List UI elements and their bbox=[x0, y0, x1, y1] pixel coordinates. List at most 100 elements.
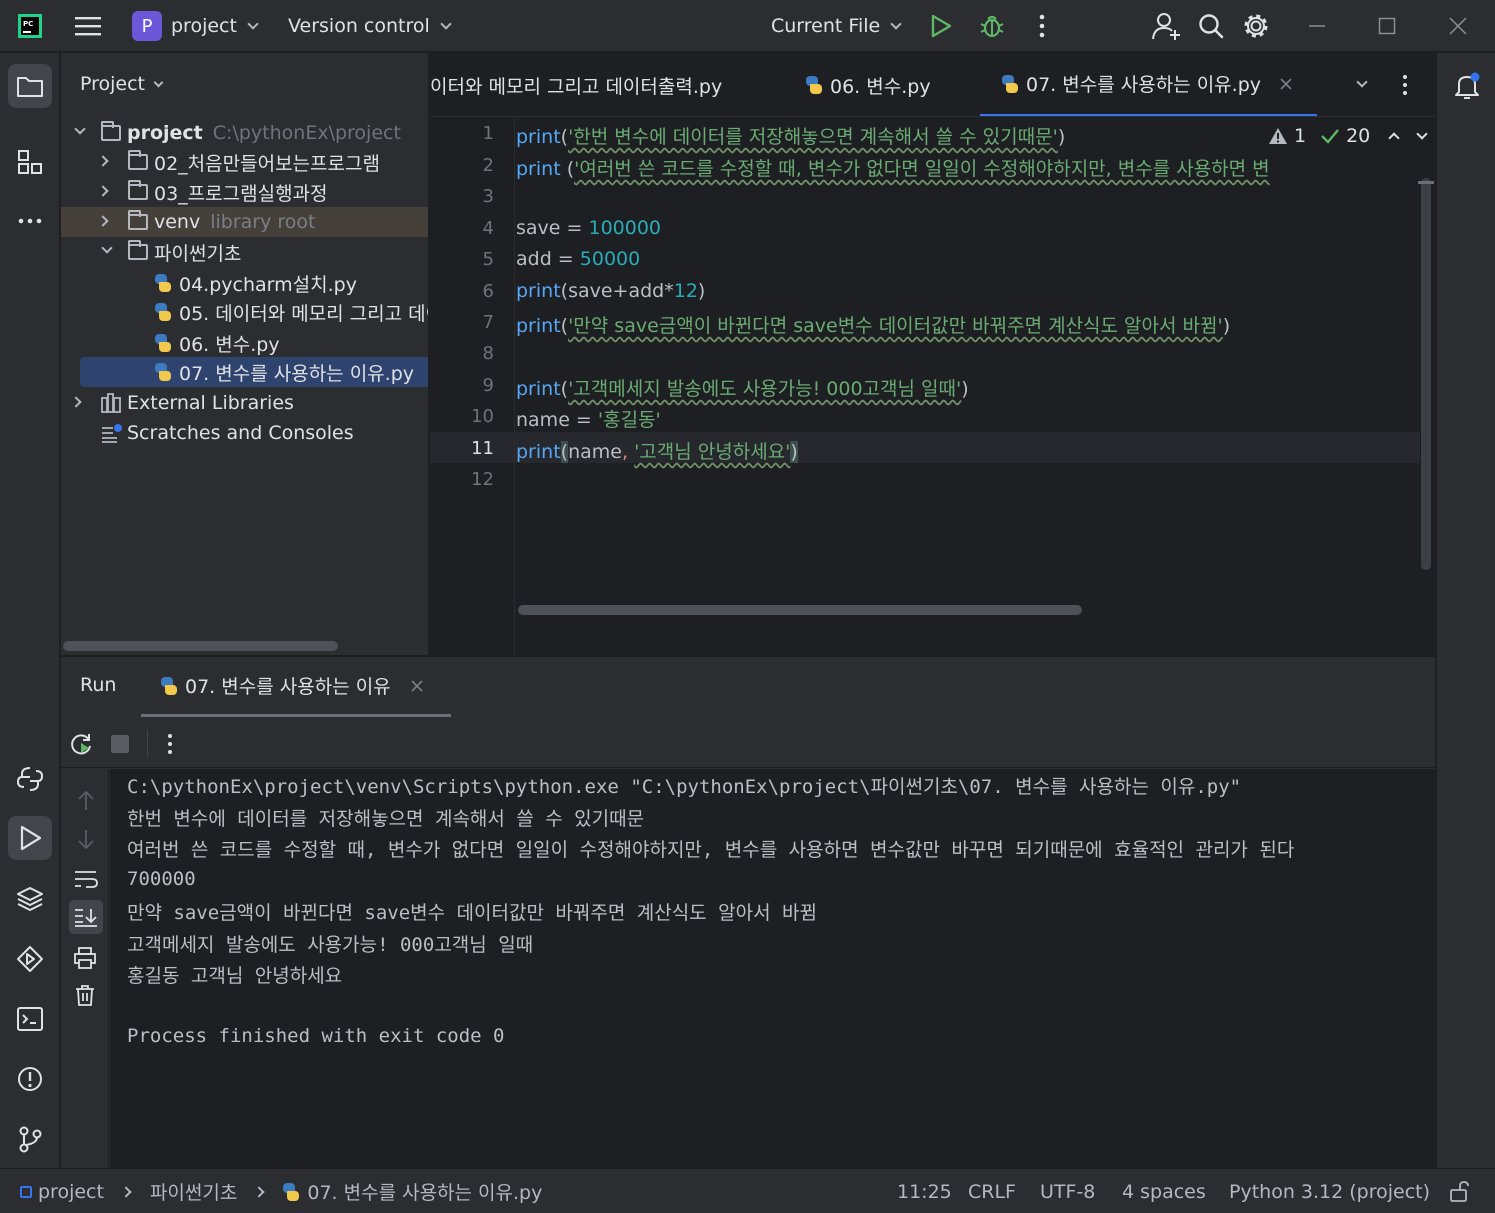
print-icon[interactable] bbox=[74, 947, 96, 974]
breadcrumb-item[interactable]: project bbox=[38, 1181, 104, 1203]
tree-file[interactable]: 06. 변수.py bbox=[61, 328, 428, 358]
code-line: print(save+add*12) bbox=[516, 280, 705, 302]
breadcrumb-item[interactable]: 파이썬기초 bbox=[150, 1178, 237, 1205]
code-token: ) bbox=[961, 378, 969, 400]
console-line: 700000 bbox=[127, 868, 196, 890]
code-token: ( bbox=[560, 158, 575, 180]
code-token: ) bbox=[790, 441, 798, 463]
tab-label: 06. 변수.py bbox=[830, 75, 931, 98]
rerun-button[interactable] bbox=[69, 732, 93, 761]
console-line: 여러번 쓴 코드를 수정할 때, 변수가 없다면 일일이 수정해야하지만, 변수… bbox=[127, 839, 1295, 861]
more-actions-icon[interactable] bbox=[1038, 0, 1046, 52]
warning-icon bbox=[1269, 128, 1287, 144]
editor-tab-active[interactable]: 07. 변수를 사용하는 이유.py bbox=[980, 53, 1317, 116]
git-button[interactable] bbox=[8, 1117, 52, 1161]
editor-tab-bar: 이터와 메모리 그리고 데이터출력.py 06. 변수.py 07. 변수를 사… bbox=[430, 53, 1435, 117]
notifications-button[interactable] bbox=[1445, 64, 1489, 108]
line-separator[interactable]: CRLF bbox=[968, 1169, 1016, 1213]
problems-button[interactable] bbox=[8, 1057, 52, 1101]
code-token: '고객메세지 발송에도 사용가능! 000고객님 일때' bbox=[568, 378, 962, 400]
caret-position[interactable]: 11:25 bbox=[897, 1169, 952, 1213]
checkmark-icon bbox=[1321, 129, 1340, 144]
chevron-down-icon bbox=[153, 77, 164, 87]
tab-more-icon[interactable] bbox=[1402, 53, 1408, 116]
file-label: 07. 변수를 사용하는 이유.py bbox=[179, 362, 414, 385]
run-toolbar bbox=[61, 718, 1435, 768]
version-control-menu[interactable]: Version control bbox=[288, 0, 452, 52]
project-switcher[interactable]: P project bbox=[132, 0, 259, 52]
settings-gear-icon[interactable] bbox=[1242, 0, 1270, 52]
next-highlight-icon[interactable] bbox=[1416, 128, 1428, 140]
editor-tab[interactable]: 06. 변수.py bbox=[804, 53, 931, 116]
code-token: save = bbox=[516, 217, 589, 239]
console-output[interactable]: C:\pythonEx\project\venv\Scripts\python.… bbox=[110, 769, 1435, 1169]
debug-button[interactable] bbox=[979, 0, 1005, 52]
horizontal-scrollbar[interactable] bbox=[518, 605, 1082, 615]
folder-icon bbox=[128, 150, 148, 170]
tree-folder-venv[interactable]: venv library root bbox=[61, 207, 428, 237]
python-console-button[interactable] bbox=[8, 757, 52, 801]
collapsed-arrow-icon bbox=[97, 185, 109, 197]
pycharm-logo-icon[interactable]: PC bbox=[18, 0, 42, 52]
code-token: '여러번 쓴 코드를 수정할 때, 변수가 없다면 일일이 수정해야하지만, 변… bbox=[574, 158, 1270, 180]
file-encoding[interactable]: UTF-8 bbox=[1040, 1169, 1095, 1213]
minimize-window-icon[interactable] bbox=[1308, 0, 1326, 52]
project-view-selector[interactable]: Project bbox=[80, 73, 164, 95]
breadcrumb: project 파이썬기초 07. 변수를 사용하는 이유.py bbox=[20, 1169, 542, 1213]
vcs-label: Version control bbox=[288, 15, 430, 37]
run-tool-button[interactable] bbox=[8, 816, 52, 860]
git-branch-icon bbox=[19, 1126, 42, 1153]
tree-external-libraries[interactable]: External Libraries bbox=[61, 388, 428, 418]
structure-tool-button[interactable] bbox=[8, 140, 52, 184]
tree-file[interactable]: 05. 데이터와 메모리 그리고 데이터출력.py bbox=[61, 297, 428, 327]
code-token: ) bbox=[1222, 315, 1231, 337]
tree-folder-03[interactable]: 03_프로그램실행과정 bbox=[61, 177, 428, 207]
bug-icon bbox=[980, 15, 1004, 38]
close-window-icon[interactable] bbox=[1449, 0, 1467, 52]
code-line: print(name, '고객님 안녕하세요') bbox=[516, 437, 798, 464]
tree-root-project[interactable]: project C:\pythonEx\project bbox=[61, 118, 428, 148]
soft-wrap-icon[interactable] bbox=[74, 869, 98, 894]
scroll-marker bbox=[1418, 181, 1434, 184]
horizontal-scrollbar[interactable] bbox=[63, 641, 338, 651]
code-area[interactable]: print('한번 변수에 데이터를 저장해놓으면 계속해서 쓸 수 있기때문'… bbox=[430, 117, 1420, 627]
tree-folder-python-basics[interactable]: 파이썬기초 bbox=[61, 237, 428, 267]
scroll-down-icon[interactable] bbox=[77, 829, 95, 854]
previous-highlight-icon[interactable] bbox=[1388, 132, 1400, 144]
collapsed-arrow-icon bbox=[97, 215, 109, 227]
inspection-widget[interactable]: 1 20 bbox=[1268, 119, 1430, 153]
python-packages-button[interactable] bbox=[8, 877, 52, 921]
search-icon[interactable] bbox=[1198, 0, 1224, 52]
tree-folder-02[interactable]: 02_처음만들어보는프로그램 bbox=[61, 147, 428, 177]
maximize-window-icon[interactable] bbox=[1378, 0, 1396, 52]
tab-list-button[interactable] bbox=[1356, 53, 1368, 116]
tree-file-selected[interactable]: 07. 변수를 사용하는 이유.py bbox=[80, 357, 428, 387]
main-menu-icon[interactable] bbox=[75, 0, 101, 52]
more-tools-icon[interactable] bbox=[8, 199, 52, 243]
run-more-icon[interactable] bbox=[167, 733, 173, 760]
run-tab[interactable]: 07. 변수를 사용하는 이유 bbox=[141, 657, 451, 717]
code-token: print bbox=[516, 126, 561, 148]
scroll-up-icon[interactable] bbox=[77, 790, 95, 816]
tree-file[interactable]: 04.pycharm설치.py bbox=[61, 268, 428, 298]
run-config-selector[interactable]: Current File bbox=[771, 0, 902, 52]
stop-icon[interactable] bbox=[111, 735, 129, 753]
terminal-button[interactable] bbox=[8, 997, 52, 1041]
indent-setting[interactable]: 4 spaces bbox=[1122, 1169, 1206, 1213]
project-tool-button[interactable] bbox=[8, 64, 52, 108]
python-interpreter[interactable]: Python 3.12 (project) bbox=[1229, 1169, 1430, 1213]
run-button[interactable] bbox=[930, 0, 952, 52]
scroll-to-end-button[interactable] bbox=[69, 900, 103, 934]
code-token: (save+add* bbox=[560, 280, 674, 302]
tree-scratches[interactable]: Scratches and Consoles bbox=[61, 418, 428, 448]
breadcrumb-item[interactable]: 07. 변수를 사용하는 이유.py bbox=[307, 1178, 542, 1205]
code-with-me-icon[interactable] bbox=[1152, 0, 1182, 52]
read-only-toggle[interactable] bbox=[1449, 1169, 1469, 1213]
code-token: '홍길동' bbox=[597, 409, 661, 431]
services-button[interactable] bbox=[8, 937, 52, 981]
code-token: print bbox=[516, 378, 561, 400]
editor-tab[interactable]: 이터와 메모리 그리고 데이터출력.py bbox=[430, 53, 722, 116]
vertical-scrollbar[interactable] bbox=[1421, 178, 1431, 570]
python-file-icon bbox=[153, 362, 173, 382]
trash-icon[interactable] bbox=[75, 984, 95, 1011]
